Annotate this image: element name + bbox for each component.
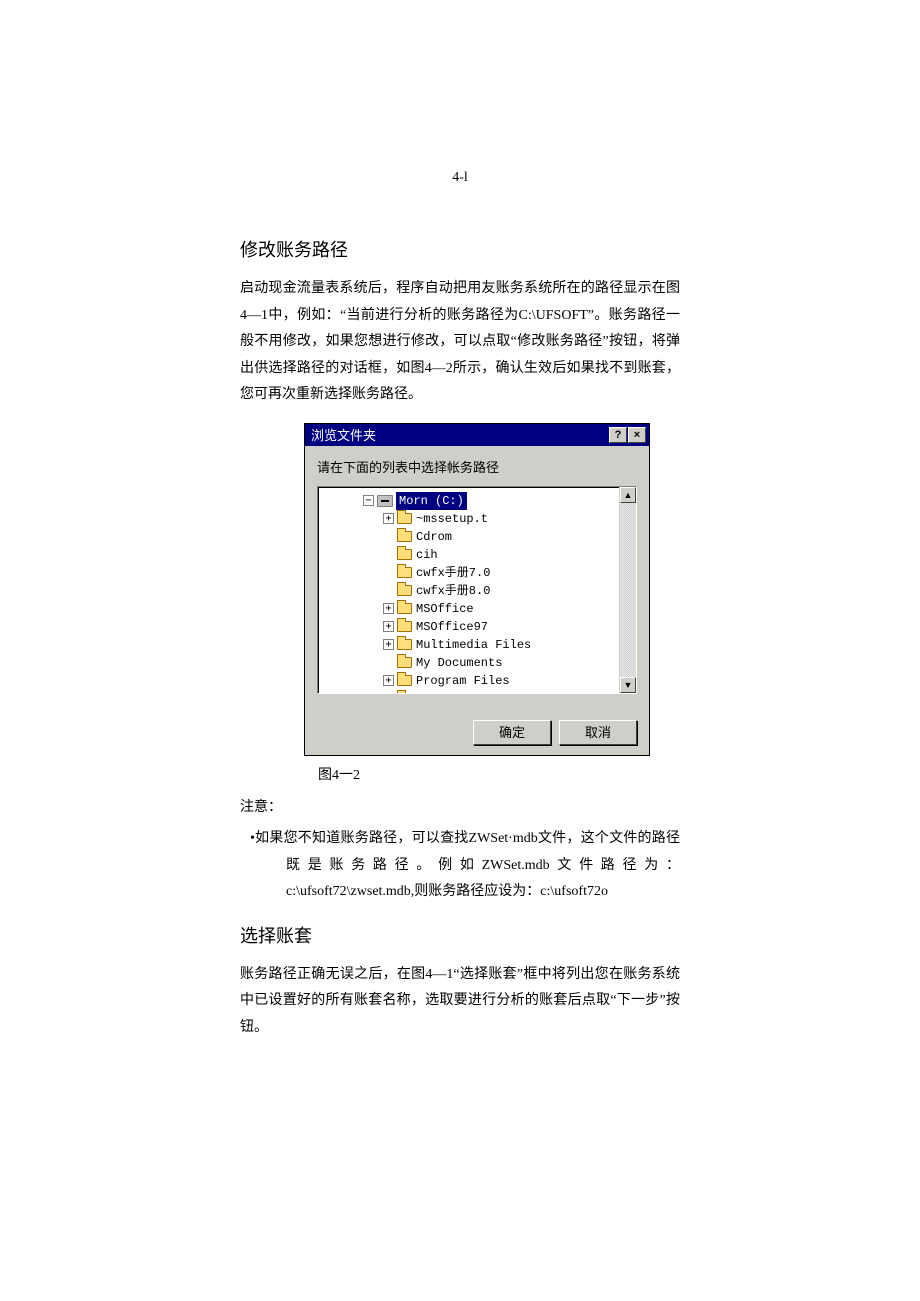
tree-label: ~mssetup.t [416, 510, 488, 528]
help-button[interactable]: ? [609, 427, 627, 443]
tree-label: cwfx手册8.0 [416, 582, 490, 600]
paragraph-select-account: 账务路径正确无误之后，在图4—1“选择账套”框中将列出您在账务系统中已设置好的所… [240, 962, 680, 1042]
collapse-icon[interactable]: − [363, 495, 374, 506]
note-label: 注意： [240, 796, 680, 816]
folder-tree[interactable]: − Morn (C:) + ~mssetup.t Cdrom [318, 487, 619, 693]
tree-label: My Documents [416, 654, 502, 672]
paragraph-intro: 启动现金流量表系统后，程序自动把用友账务系统所在的路径显示在图4—1中，例如：“… [240, 276, 680, 409]
vertical-scrollbar[interactable]: ▲ ▼ [619, 487, 636, 693]
tree-label-drive: Morn (C:) [396, 492, 467, 510]
dialog-button-row: 确定 取消 [317, 720, 637, 745]
tree-label: cih [416, 546, 438, 564]
tree-node[interactable]: + Program Files [319, 672, 619, 690]
tree-label: MSOffice97 [416, 618, 488, 636]
page-number: 4-l [240, 170, 680, 186]
tree-node[interactable]: + Multimedia Files [319, 636, 619, 654]
tree-node[interactable]: Cdrom [319, 528, 619, 546]
expand-icon[interactable]: + [383, 639, 394, 650]
browse-folder-dialog: 浏览文件夹 ? × 请在下面的列表中选择帐务路径 − Morn (C:) + ~… [304, 423, 650, 756]
folder-icon [397, 603, 412, 614]
folder-icon [397, 621, 412, 632]
tree-label: Program Files [416, 672, 510, 690]
tree-label: Cdrom [416, 528, 452, 546]
tree-label: MSOffice [416, 600, 474, 618]
scroll-down-button[interactable]: ▼ [620, 677, 636, 693]
dialog-titlebar[interactable]: 浏览文件夹 ? × [305, 424, 649, 446]
dialog-title: 浏览文件夹 [311, 425, 608, 444]
dialog-body: 请在下面的列表中选择帐务路径 − Morn (C:) + ~mssetup.t [305, 446, 649, 755]
scroll-track[interactable] [620, 503, 636, 677]
tree-node[interactable]: + ~mssetup.t [319, 510, 619, 528]
note-bullet: •如果您不知道账务路径，可以查找ZWSet·mdb文件，这个文件的路径既是账务路… [240, 826, 680, 906]
tree-node-drive[interactable]: − Morn (C:) [319, 492, 619, 510]
tree-label: Multimedia Files [416, 636, 531, 654]
tree-node[interactable]: cih [319, 546, 619, 564]
folder-icon [397, 513, 412, 524]
tree-node[interactable]: + MSOffice [319, 600, 619, 618]
folder-icon [397, 639, 412, 650]
document-page: 4-l 修改账务路径 启动现金流量表系统后，程序自动把用友账务系统所在的路径显示… [0, 0, 920, 1256]
folder-icon [397, 657, 412, 668]
heading-modify-path: 修改账务路径 [240, 236, 680, 262]
tree-node[interactable]: My Documents [319, 654, 619, 672]
tree-label: cwfx手册7.0 [416, 564, 490, 582]
figure-caption: 图4一2 [318, 764, 680, 784]
ok-button[interactable]: 确定 [473, 720, 551, 745]
expand-icon[interactable]: + [383, 603, 394, 614]
tree-node[interactable]: temp [319, 690, 619, 693]
tree-node[interactable]: cwfx手册8.0 [319, 582, 619, 600]
cancel-button[interactable]: 取消 [559, 720, 637, 745]
tree-label: temp [416, 690, 445, 693]
tree-container: − Morn (C:) + ~mssetup.t Cdrom [317, 486, 637, 694]
heading-select-account: 选择账套 [240, 922, 680, 948]
folder-icon [397, 585, 412, 596]
folder-icon [397, 567, 412, 578]
close-button[interactable]: × [628, 427, 646, 443]
scroll-up-button[interactable]: ▲ [620, 487, 636, 503]
dialog-prompt: 请在下面的列表中选择帐务路径 [317, 457, 637, 476]
folder-icon [397, 549, 412, 560]
folder-icon [397, 531, 412, 542]
expand-icon[interactable]: + [383, 621, 394, 632]
folder-icon [397, 675, 412, 686]
tree-node[interactable]: cwfx手册7.0 [319, 564, 619, 582]
expand-icon[interactable]: + [383, 513, 394, 524]
tree-node[interactable]: + MSOffice97 [319, 618, 619, 636]
drive-icon [377, 495, 393, 507]
expand-icon[interactable]: + [383, 675, 394, 686]
